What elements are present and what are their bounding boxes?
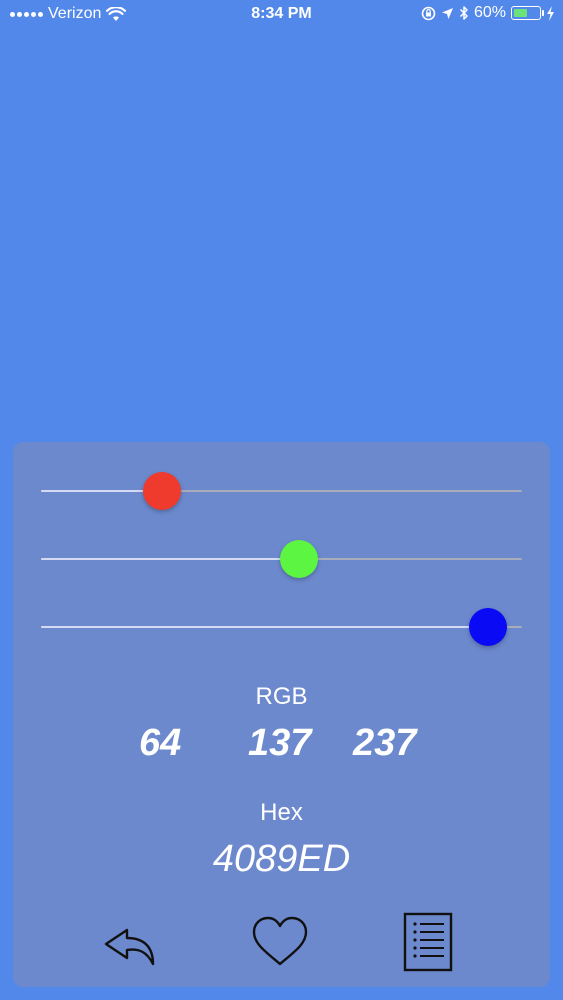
list-icon[interactable] (397, 910, 457, 974)
green-value: 137 (248, 722, 312, 764)
hex-label: Hex (260, 799, 303, 826)
red-value: 64 (139, 722, 182, 764)
bluetooth-icon (459, 6, 468, 20)
color-control-panel: RGB 64 137 237 Hex 4089ED (13, 442, 550, 987)
rgb-label: RGB (255, 683, 308, 710)
location-icon (441, 7, 453, 19)
battery-percent: 60% (473, 4, 506, 21)
hex-value: 4089ED (212, 838, 351, 880)
slider-track-fill (41, 558, 300, 560)
screen-lock-icon (421, 6, 436, 20)
blue-slider[interactable] (41, 607, 522, 647)
blue-slider-thumb[interactable] (469, 608, 508, 646)
charging-icon (547, 5, 554, 21)
status-bar: Verizon 8:34 PM 60% (0, 0, 563, 30)
status-right: 60% (421, 4, 555, 22)
green-slider[interactable] (41, 539, 522, 579)
share-icon[interactable] (101, 912, 161, 972)
heart-icon[interactable] (250, 912, 310, 972)
red-slider[interactable] (41, 471, 522, 511)
green-slider-thumb[interactable] (280, 540, 319, 578)
battery-icon (511, 6, 544, 20)
slider-track-fill (41, 626, 489, 628)
red-slider-thumb[interactable] (142, 472, 181, 510)
blue-value: 237 (353, 722, 417, 764)
